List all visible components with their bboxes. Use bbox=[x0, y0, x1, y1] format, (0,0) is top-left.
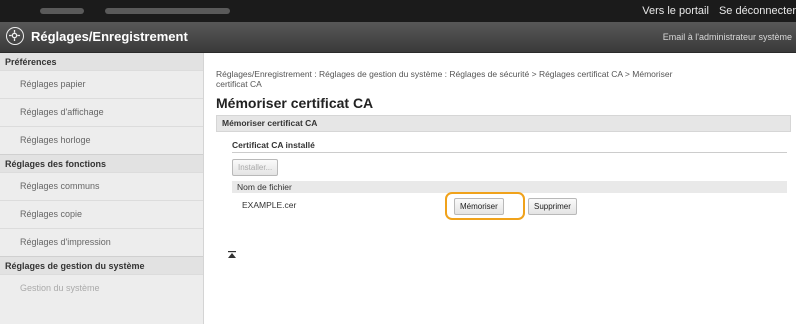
sidebar-item-clock-settings[interactable]: Réglages horloge bbox=[0, 126, 203, 154]
sidebar-item-copy-settings[interactable]: Réglages copie bbox=[0, 200, 203, 228]
delete-button[interactable]: Supprimer bbox=[528, 198, 577, 215]
sidebar-item-print-settings[interactable]: Réglages d'impression bbox=[0, 228, 203, 256]
sidebar: Préférences Réglages papier Réglages d'a… bbox=[0, 53, 204, 324]
sidebar-section-preferences: Préférences bbox=[0, 53, 203, 70]
sidebar-section-system-management: Réglages de gestion du système bbox=[0, 256, 203, 274]
section-header: Mémoriser certificat CA bbox=[216, 115, 791, 132]
certificate-row: EXAMPLE.cer Mémoriser Supprimer bbox=[232, 192, 791, 220]
register-button[interactable]: Mémoriser bbox=[454, 198, 504, 215]
back-to-top-icon[interactable] bbox=[227, 250, 237, 260]
top-links: Vers le portail Se déconnecter bbox=[632, 0, 796, 22]
breadcrumb-line-2: certificat CA bbox=[216, 79, 262, 89]
sidebar-section-functions: Réglages des fonctions bbox=[0, 154, 203, 172]
top-bar: Vers le portail Se déconnecter bbox=[0, 0, 796, 22]
main-content: Réglages/Enregistrement : Réglages de ge… bbox=[216, 53, 791, 220]
install-button[interactable]: Installer... bbox=[232, 159, 279, 176]
breadcrumb: Réglages/Enregistrement : Réglages de ge… bbox=[216, 69, 791, 89]
sidebar-item-common-settings[interactable]: Réglages communs bbox=[0, 172, 203, 200]
logout-link[interactable]: Se déconnecter bbox=[719, 5, 796, 17]
blurred-device-model bbox=[105, 8, 230, 14]
page-title: Mémoriser certificat CA bbox=[216, 95, 374, 111]
sidebar-item-paper-settings[interactable]: Réglages papier bbox=[0, 70, 203, 98]
settings-gear-icon bbox=[6, 27, 24, 45]
installed-certificate-heading: Certificat CA installé bbox=[232, 140, 787, 153]
admin-mail-link[interactable]: Email à l'administrateur système bbox=[663, 22, 792, 52]
breadcrumb-line-1: Réglages/Enregistrement : Réglages de ge… bbox=[216, 69, 673, 79]
portal-link[interactable]: Vers le portail bbox=[642, 5, 709, 17]
certificate-file-name: EXAMPLE.cer bbox=[242, 200, 297, 210]
sidebar-item-system-management[interactable]: Gestion du système bbox=[0, 274, 203, 302]
title-bar: Réglages/Enregistrement Email à l'admini… bbox=[0, 22, 796, 53]
app-title: Réglages/Enregistrement bbox=[31, 29, 188, 44]
blurred-device-name bbox=[40, 8, 84, 14]
sidebar-item-display-settings[interactable]: Réglages d'affichage bbox=[0, 98, 203, 126]
